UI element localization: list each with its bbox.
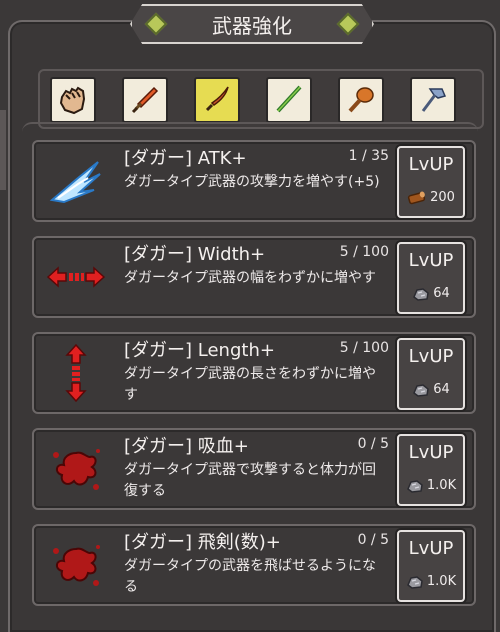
horizontal-arrows-icon	[46, 266, 106, 288]
blood-splat-icon	[53, 449, 100, 490]
upgrade-icon	[44, 152, 108, 210]
ore-icon	[413, 287, 430, 301]
lvup-label: LvUP	[408, 442, 454, 463]
axe-icon	[421, 88, 447, 112]
cost: 64	[399, 382, 463, 397]
upgrade-name: [ダガー] ATK+	[124, 148, 247, 169]
upgrade-level: 5 / 100	[339, 340, 389, 356]
upgrade-icon	[44, 440, 108, 498]
upgrade-description: ダガータイプ武器の幅をわずかに増やす	[124, 270, 376, 286]
cost-value: 1.0K	[426, 574, 457, 589]
ore-icon	[406, 479, 423, 493]
upgrade-name: [ダガー] Width+	[124, 244, 266, 265]
cost-value: 200	[430, 190, 455, 205]
lvup-label: LvUP	[408, 250, 454, 271]
tab-club[interactable]	[338, 77, 384, 123]
wood-log-icon	[408, 191, 426, 204]
dagger-icon	[205, 86, 229, 112]
cost: 200	[399, 190, 463, 205]
left-edge-handle	[0, 110, 6, 190]
title-text: 武器強化	[212, 13, 292, 38]
spear-icon	[276, 85, 302, 113]
club-icon	[348, 87, 374, 113]
upgrade-card: [ダガー] 飛剣(数)+ 0 / 5 ダガータイプの武器を飛ばせるようになる L…	[32, 524, 476, 606]
cost-value: 64	[433, 286, 450, 301]
sword-icon	[131, 86, 159, 114]
tab-fist[interactable]	[50, 77, 96, 123]
tab-dagger[interactable]	[194, 77, 240, 123]
upgrade-name: [ダガー] Length+	[124, 340, 275, 361]
vertical-arrows-icon	[65, 343, 87, 403]
lvup-button[interactable]: LvUP 64	[397, 242, 465, 314]
lvup-button[interactable]: LvUP 64	[397, 338, 465, 410]
window-title: 武器強化	[130, 4, 374, 44]
upgrade-icon	[44, 536, 108, 594]
upgrade-list: [ダガー] ATK+ 1 / 35 ダガータイプ武器の攻撃力を増やす(+5) L…	[22, 122, 478, 632]
upgrade-card: [ダガー] 吸血+ 0 / 5 ダガータイプ武器で攻撃すると体力が回復する Lv…	[32, 428, 476, 510]
lvup-button[interactable]: LvUP 1.0K	[397, 434, 465, 506]
upgrade-name: [ダガー] 吸血+	[124, 436, 249, 457]
blue-slash-icon	[49, 161, 101, 204]
cost: 64	[399, 286, 463, 301]
upgrade-level: 5 / 100	[339, 244, 389, 260]
blood-splat-icon	[53, 545, 100, 586]
upgrade-level: 0 / 5	[357, 436, 389, 452]
fist-icon	[59, 86, 86, 115]
upgrade-icon	[44, 248, 108, 306]
lvup-label: LvUP	[408, 538, 454, 559]
tab-axe[interactable]	[410, 77, 456, 123]
cost: 1.0K	[399, 574, 463, 589]
cost-value: 1.0K	[426, 478, 457, 493]
upgrade-icon	[44, 343, 108, 403]
ore-icon	[406, 575, 423, 589]
diamond-ornament-icon	[336, 12, 360, 36]
tab-sword[interactable]	[122, 77, 168, 123]
upgrade-level: 1 / 35	[348, 148, 389, 164]
cost-value: 64	[433, 382, 450, 397]
diamond-ornament-icon	[144, 12, 168, 36]
upgrade-description: ダガータイプの武器を飛ばせるようになる	[124, 558, 376, 595]
upgrade-card: [ダガー] Length+ 5 / 100 ダガータイプ武器の長さをわずかに増や…	[32, 332, 476, 414]
upgrade-description: ダガータイプ武器の攻撃力を増やす(+5)	[124, 174, 380, 190]
upgrade-description: ダガータイプ武器で攻撃すると体力が回復する	[124, 462, 376, 499]
lvup-label: LvUP	[408, 346, 454, 367]
weapon-tabs	[38, 69, 484, 129]
upgrade-name: [ダガー] 飛剣(数)+	[124, 532, 281, 553]
lvup-label: LvUP	[408, 154, 454, 175]
upgrade-level: 0 / 5	[357, 532, 389, 548]
lvup-button[interactable]: LvUP 200	[397, 146, 465, 218]
upgrade-card: [ダガー] ATK+ 1 / 35 ダガータイプ武器の攻撃力を増やす(+5) L…	[32, 140, 476, 222]
tab-spear[interactable]	[266, 77, 312, 123]
upgrade-description: ダガータイプ武器の長さをわずかに増やす	[124, 366, 376, 403]
upgrade-card: [ダガー] Width+ 5 / 100 ダガータイプ武器の幅をわずかに増やす …	[32, 236, 476, 318]
ore-icon	[413, 383, 430, 397]
lvup-button[interactable]: LvUP 1.0K	[397, 530, 465, 602]
cost: 1.0K	[399, 478, 463, 493]
